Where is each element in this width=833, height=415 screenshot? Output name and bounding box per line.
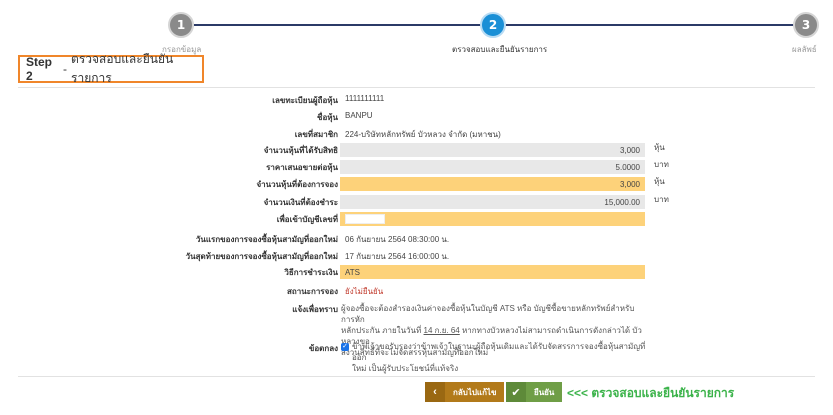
subscribe-shares-field: 3,000 bbox=[340, 177, 645, 191]
payment-method-value: ATS bbox=[345, 267, 360, 277]
account-no-value bbox=[345, 214, 385, 224]
notice-line-1: ผู้จองซื้อจะต้องสำรองเงินค่าจองซื้อหุ้นใ… bbox=[341, 304, 635, 324]
step-title-separator: - bbox=[63, 62, 68, 76]
rights-shares-field: 3,000 bbox=[340, 143, 645, 157]
account-no-field bbox=[340, 212, 645, 226]
account-no-label: เพื่อเข้าบัญชีเลขที่ bbox=[276, 215, 338, 224]
offer-price-label: ราคาเสนอขายต่อหุ้น bbox=[266, 163, 338, 172]
row-account-no: เพื่อเข้าบัญชีเลขที่ bbox=[0, 212, 833, 226]
step-3-circle: 3 bbox=[793, 12, 819, 38]
subscribe-shares-unit: หุ้น bbox=[654, 177, 665, 186]
notice-line-2-pre: หลักประกัน ภายในวันที่ bbox=[341, 326, 422, 335]
row-member-no: เลขที่สมาชิก 224-บริษัทหลักทรัพย์ บัวหลว… bbox=[0, 127, 833, 141]
payment-method-label: วิธีการชำระเงิน bbox=[284, 268, 338, 277]
row-rights-shares: จำนวนหุ้นที่ได้รับสิทธิ 3,000 หุ้น bbox=[0, 143, 833, 157]
step-3-label: ผลลัพธ์ bbox=[792, 45, 817, 54]
amount-payable-value: 15,000.00 bbox=[604, 197, 640, 207]
offer-price-field: 5.0000 bbox=[340, 160, 645, 174]
back-to-edit-button[interactable]: ‹ กลับไปแก้ไข bbox=[425, 382, 505, 402]
registration-no-label: เลขทะเบียนผู้ถือหุ้น bbox=[272, 96, 338, 105]
amount-payable-field: 15,000.00 bbox=[340, 195, 645, 209]
step-title: Step 2 - ตรวจสอบและยืนยันรายการ bbox=[18, 52, 204, 85]
row-start-date: วันแรกของการจองซื้อหุ้นสามัญที่ออกใหม่ 0… bbox=[0, 232, 833, 246]
payment-method-field: ATS bbox=[340, 265, 645, 279]
offer-price-unit: บาท bbox=[654, 160, 669, 169]
step-1-circle: 1 bbox=[168, 12, 194, 38]
start-date-value: 06 กันยายน 2564 08:30:00 น. bbox=[345, 235, 450, 244]
subscribe-shares-label: จำนวนหุ้นที่ต้องการจอง bbox=[256, 180, 338, 189]
row-status: สถานะการจอง ยังไม่ยืนยัน bbox=[0, 284, 833, 298]
row-offer-price: ราคาเสนอขายต่อหุ้น 5.0000 บาท bbox=[0, 160, 833, 174]
step-number-text: Step 2 bbox=[26, 55, 53, 83]
agreement-text: ข้าพเจ้าขอรับรองว่าข้าพเจ้าในฐานะผู้ถือห… bbox=[352, 341, 646, 374]
subscribe-shares-value: 3,000 bbox=[619, 179, 640, 189]
member-no-value: 224-บริษัทหลักทรัพย์ บัวหลวง จำกัด (มหาช… bbox=[345, 130, 501, 139]
status-label: สถานะการจอง bbox=[286, 287, 338, 296]
agreement-line-2: ใหม่ เป็นผู้รับประโยชน์ที่แท้จริง bbox=[352, 364, 459, 373]
end-date-value: 17 กันยายน 2564 16:00:00 น. bbox=[345, 252, 450, 261]
start-date-label: วันแรกของการจองซื้อหุ้นสามัญที่ออกใหม่ bbox=[195, 235, 338, 244]
stock-name-value: BANPU bbox=[345, 111, 373, 120]
rights-shares-unit: หุ้น bbox=[654, 143, 665, 152]
agreement-label: ข้อตกลง bbox=[308, 344, 338, 353]
confirm-hint-text: <<< ตรวจสอบและยืนยันรายการ bbox=[567, 386, 735, 400]
offer-price-value: 5.0000 bbox=[615, 162, 640, 172]
row-payment-method: วิธีการชำระเงิน ATS bbox=[0, 265, 833, 279]
agreement-checkbox[interactable]: ✓ bbox=[341, 343, 349, 351]
stock-name-label: ชื่อหุ้น bbox=[317, 113, 338, 122]
back-to-edit-label: กลับไปแก้ไข bbox=[453, 387, 497, 397]
amount-payable-label: จำนวนเงินที่ต้องชำระ bbox=[263, 198, 338, 207]
divider-bottom bbox=[18, 376, 815, 377]
step-2-circle: 2 bbox=[480, 12, 506, 38]
confirm-label: ยืนยัน bbox=[534, 387, 555, 397]
notice-deadline-date: 14 ก.ย. 64 bbox=[423, 326, 460, 335]
row-registration-no: เลขทะเบียนผู้ถือหุ้น 1111111111 bbox=[0, 93, 833, 107]
row-subscribe-shares: จำนวนหุ้นที่ต้องการจอง 3,000 หุ้น bbox=[0, 177, 833, 191]
agreement-checkbox-row[interactable]: ✓ ข้าพเจ้าขอรับรองว่าข้าพเจ้าในฐานะผู้ถื… bbox=[341, 341, 646, 374]
notice-label: แจ้งเพื่อทราบ bbox=[292, 305, 338, 314]
check-icon: ✔ bbox=[506, 382, 526, 402]
amount-payable-unit: บาท bbox=[654, 195, 669, 204]
row-end-date: วันสุดท้ายของการจองซื้อหุ้นสามัญที่ออกให… bbox=[0, 249, 833, 263]
agreement-line-1: ข้าพเจ้าขอรับรองว่าข้าพเจ้าในฐานะผู้ถือห… bbox=[352, 342, 646, 362]
rights-shares-label: จำนวนหุ้นที่ได้รับสิทธิ bbox=[263, 146, 338, 155]
rights-shares-value: 3,000 bbox=[619, 145, 640, 155]
row-stock-name: ชื่อหุ้น BANPU bbox=[0, 110, 833, 124]
row-amount-payable: จำนวนเงินที่ต้องชำระ 15,000.00 บาท bbox=[0, 195, 833, 209]
member-no-label: เลขที่สมาชิก bbox=[294, 130, 338, 139]
end-date-label: วันสุดท้ายของการจองซื้อหุ้นสามัญที่ออกให… bbox=[185, 252, 338, 261]
confirm-button[interactable]: ✔ ยืนยัน bbox=[506, 382, 563, 402]
divider-top bbox=[18, 87, 815, 88]
chevron-left-icon: ‹ bbox=[425, 382, 445, 402]
status-value: ยังไม่ยืนยัน bbox=[345, 287, 384, 296]
step-title-text: ตรวจสอบและยืนยันรายการ bbox=[71, 52, 174, 85]
step-2-label: ตรวจสอบและยืนยันรายการ bbox=[452, 45, 548, 54]
registration-no-value: 1111111111 bbox=[345, 94, 385, 103]
